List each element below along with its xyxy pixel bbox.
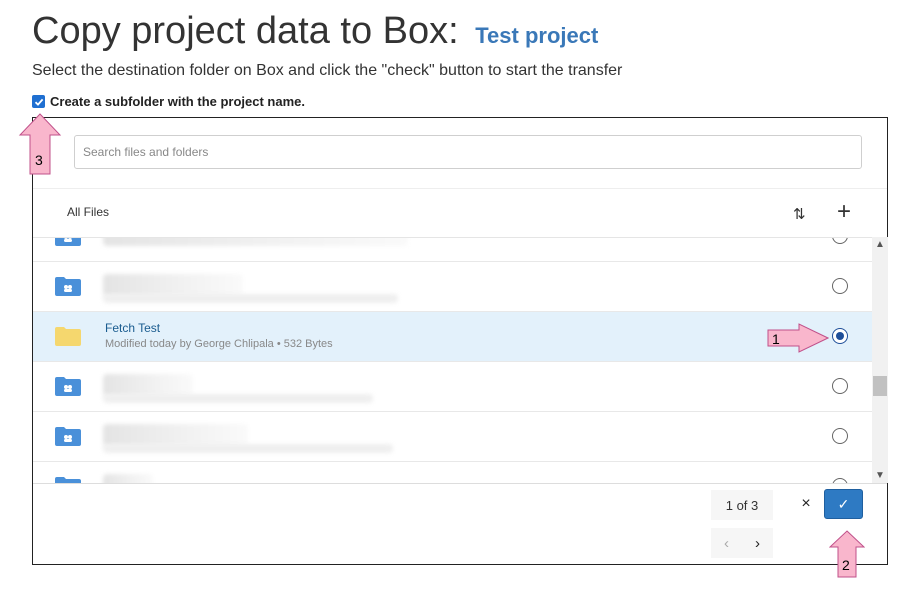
list-item-selected[interactable]: Fetch Test Modified today by George Chli… (33, 312, 872, 362)
subfolder-checkbox[interactable] (32, 95, 45, 108)
redacted-name (103, 374, 193, 396)
redacted-meta (103, 444, 393, 453)
search-input[interactable] (74, 135, 862, 169)
breadcrumb[interactable]: All Files (67, 205, 109, 219)
box-picker-panel: All Files ⇅ + Fetch Test Modified today … (32, 117, 888, 565)
page-title: Copy project data to Box: Test project (32, 10, 598, 53)
confirm-button[interactable]: ✓ (824, 489, 863, 519)
annotation-label-3: 3 (35, 152, 43, 168)
item-meta: Modified today by George Chlipala • 532 … (105, 338, 333, 350)
checkmark-icon (34, 98, 43, 106)
scroll-down-icon[interactable]: ▼ (872, 470, 888, 481)
subfolder-option[interactable]: Create a subfolder with the project name… (32, 94, 305, 109)
list-item[interactable] (33, 462, 872, 484)
annotation-label-1: 1 (772, 331, 780, 347)
select-radio[interactable] (832, 378, 848, 394)
project-name: Test project (475, 23, 599, 48)
scroll-up-icon[interactable]: ▲ (872, 239, 888, 250)
redacted-name (103, 424, 248, 446)
select-radio[interactable] (832, 238, 848, 244)
select-radio[interactable] (832, 428, 848, 444)
select-radio[interactable] (832, 328, 848, 344)
page-title-text: Copy project data to Box: (32, 10, 459, 52)
page-indicator: 1 of 3 (711, 490, 773, 520)
redacted-name (103, 238, 408, 246)
redacted-meta (103, 294, 398, 303)
scrollbar-thumb[interactable] (873, 376, 887, 396)
next-page-button[interactable]: › (755, 535, 760, 552)
subfolder-checkbox-label: Create a subfolder with the project name… (50, 94, 305, 109)
list-item[interactable] (33, 362, 872, 412)
cancel-button[interactable]: × (793, 490, 819, 518)
redacted-name (103, 274, 243, 296)
annotation-label-2: 2 (842, 557, 850, 573)
file-list: Fetch Test Modified today by George Chli… (33, 237, 872, 484)
shared-folder-icon (55, 277, 81, 296)
list-item[interactable] (33, 412, 872, 462)
list-item[interactable] (33, 238, 872, 262)
list-scrollbar[interactable]: ▲ ▼ (872, 237, 888, 483)
sort-icon[interactable]: ⇅ (793, 205, 806, 223)
redacted-meta (103, 394, 373, 403)
shared-folder-icon (55, 377, 81, 396)
header-divider (33, 188, 887, 189)
select-radio[interactable] (832, 278, 848, 294)
list-item[interactable] (33, 262, 872, 312)
item-name[interactable]: Fetch Test (105, 321, 160, 335)
shared-folder-icon (55, 238, 81, 246)
add-folder-icon[interactable]: + (837, 200, 851, 224)
folder-icon (55, 327, 81, 346)
prev-page-button[interactable]: ‹ (724, 535, 729, 552)
shared-folder-icon (55, 427, 81, 446)
instructions-text: Select the destination folder on Box and… (32, 62, 623, 79)
pagination-controls: ‹ › (711, 528, 773, 558)
footer-divider (33, 483, 887, 484)
